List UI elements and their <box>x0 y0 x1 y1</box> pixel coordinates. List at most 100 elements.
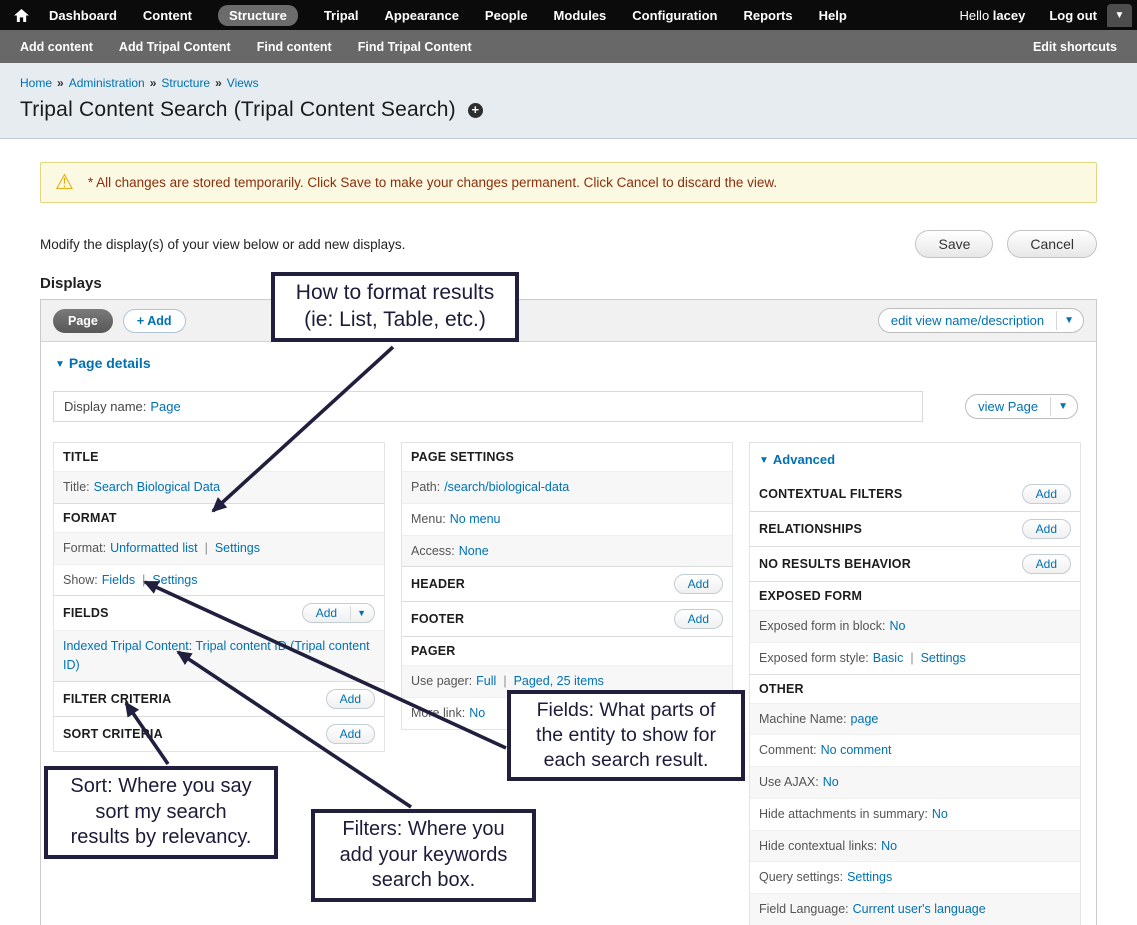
bucket-row: Use AJAX:No <box>750 766 1080 798</box>
admin-menu-item-tripal[interactable]: Tripal <box>324 8 359 23</box>
row-link-page[interactable]: page <box>851 712 879 726</box>
bucket-row: Path:/search/biological-data <box>402 471 732 503</box>
row-link-settings[interactable]: Settings <box>921 651 966 665</box>
row-link-full[interactable]: Full <box>476 674 496 688</box>
shortcut-find-tripal-content[interactable]: Find Tripal Content <box>358 40 472 54</box>
contextual-links-icon[interactable]: + <box>468 103 483 118</box>
admin-menu-item-people[interactable]: People <box>485 8 528 23</box>
row-link-paged-25-items[interactable]: Paged, 25 items <box>514 674 604 688</box>
admin-menu-item-dashboard[interactable]: Dashboard <box>49 8 117 23</box>
row-link-current-user-s-language[interactable]: Current user's language <box>853 902 986 916</box>
row-link-no[interactable]: No <box>932 807 948 821</box>
add-button-header[interactable]: Add <box>674 574 723 594</box>
bucket-title-row: NO RESULTS BEHAVIORAdd <box>750 547 1080 581</box>
edit-shortcuts-link[interactable]: Edit shortcuts <box>1033 40 1117 54</box>
add-button-label: Add <box>327 690 374 708</box>
bucket-row: Title: Search Biological Data <box>54 471 384 503</box>
row-link-no[interactable]: No <box>823 775 839 789</box>
bucket-title: CONTEXTUAL FILTERS <box>759 487 902 501</box>
view-page-button[interactable]: view Page ▼ <box>965 394 1078 419</box>
row-link-basic[interactable]: Basic <box>873 651 904 665</box>
admin-menu-item-reports[interactable]: Reports <box>744 8 793 23</box>
add-button-label: Add <box>1023 555 1070 573</box>
shortcut-find-content[interactable]: Find content <box>257 40 332 54</box>
row-link-no-menu[interactable]: No menu <box>450 512 501 526</box>
row-label: Title: <box>63 480 90 494</box>
row-link-no[interactable]: No <box>889 619 905 633</box>
row-label: Format: <box>63 541 106 555</box>
row-link-no[interactable]: No <box>469 706 485 720</box>
breadcrumb-link-views[interactable]: Views <box>227 76 259 90</box>
row-link-settings[interactable]: Settings <box>847 870 892 884</box>
bucket-title-row: FILTER CRITERIAAdd <box>54 682 384 716</box>
collapse-triangle-icon: ▼ <box>55 359 65 370</box>
display-name-value-link[interactable]: Page <box>150 399 180 414</box>
row-link-unformatted-list[interactable]: Unformatted list <box>110 541 198 555</box>
admin-menu-item-content[interactable]: Content <box>143 8 192 23</box>
column-basic-settings: TITLE Title: Search Biological Data FORMAT F… <box>53 442 385 752</box>
bucket-title: TITLE <box>63 450 99 464</box>
breadcrumb-separator: » <box>215 76 222 90</box>
admin-menu-item-configuration[interactable]: Configuration <box>632 8 717 23</box>
bucket-title-row: HEADERAdd <box>402 567 732 601</box>
logout-link[interactable]: Log out <box>1049 8 1097 23</box>
row-link-fields[interactable]: Fields <box>102 573 135 587</box>
toolbar-toggle-button[interactable]: ▼ <box>1107 4 1132 27</box>
row-label: Show: <box>63 573 98 587</box>
add-button-sort-criteria[interactable]: Add <box>326 724 375 744</box>
bucket-title: TITLE Title: Search Biological Data <box>54 443 384 503</box>
add-button-filter-criteria[interactable]: Add <box>326 689 375 709</box>
row-link-settings[interactable]: Settings <box>215 541 260 555</box>
add-button-no-results-behavior[interactable]: Add <box>1022 554 1071 574</box>
page-details-toggle[interactable]: Page details <box>69 355 151 371</box>
home-icon[interactable] <box>14 9 29 22</box>
row-label: Use pager: <box>411 674 472 688</box>
collapse-triangle-icon: ▼ <box>759 455 769 466</box>
chevron-down-icon: ▼ <box>1056 311 1083 330</box>
bucket-title-row: RELATIONSHIPSAdd <box>750 512 1080 546</box>
bucket-header: HEADERAdd <box>402 566 732 601</box>
add-button-contextual-filters[interactable]: Add <box>1022 484 1071 504</box>
bucket-row: Use pager: Full | Paged, 25 items <box>402 665 732 697</box>
save-button[interactable]: Save <box>915 230 993 258</box>
shortcut-add-tripal-content[interactable]: Add Tripal Content <box>119 40 231 54</box>
bucket-title: OTHER <box>759 682 804 696</box>
breadcrumb-link-administration[interactable]: Administration <box>69 76 145 90</box>
column-page-settings: PAGE SETTINGS Path:/search/biological-dat… <box>401 442 733 730</box>
add-button-fields[interactable]: Add▼ <box>302 603 375 623</box>
bucket-row: Hide attachments in summary:No <box>750 798 1080 830</box>
row-link-settings[interactable]: Settings <box>152 573 197 587</box>
bucket-row: Exposed form style:Basic|Settings <box>750 642 1080 674</box>
breadcrumb-link-structure[interactable]: Structure <box>161 76 210 90</box>
breadcrumb: Home»Administration»Structure»Views <box>20 76 1117 90</box>
bucket-title: SORT CRITERIA <box>63 727 163 741</box>
add-display-button[interactable]: +Add <box>123 309 186 333</box>
modify-displays-text: Modify the display(s) of your view below… <box>40 237 405 252</box>
bucket-title: FORMAT <box>63 511 117 525</box>
row-link-search-biological-data[interactable]: Search Biological Data <box>94 480 220 494</box>
row-label: More link: <box>411 706 465 720</box>
add-button-label: Add <box>303 604 350 622</box>
warning-icon: ⚠ <box>55 172 74 193</box>
cancel-button[interactable]: Cancel <box>1007 230 1097 258</box>
admin-menu-item-help[interactable]: Help <box>819 8 847 23</box>
row-separator: | <box>142 573 145 587</box>
tab-page[interactable]: Page <box>53 309 113 333</box>
row-link-none[interactable]: None <box>459 544 489 558</box>
user-greeting[interactable]: Hello lacey <box>960 8 1026 23</box>
bucket-title: PAGE SETTINGS <box>411 450 514 464</box>
row-separator: | <box>503 674 506 688</box>
row-link-search-biological-data[interactable]: /search/biological-data <box>444 480 569 494</box>
advanced-toggle[interactable]: Advanced <box>773 452 835 467</box>
shortcut-add-content[interactable]: Add content <box>20 40 93 54</box>
add-button-relationships[interactable]: Add <box>1022 519 1071 539</box>
row-link-no-comment[interactable]: No comment <box>821 743 892 757</box>
admin-menu-item-modules[interactable]: Modules <box>554 8 607 23</box>
row-link-no[interactable]: No <box>881 839 897 853</box>
admin-menu-item-structure[interactable]: Structure <box>218 5 298 26</box>
breadcrumb-link-home[interactable]: Home <box>20 76 52 90</box>
admin-menu-item-appearance[interactable]: Appearance <box>385 8 459 23</box>
row-link-indexed-tripal-content-tripal-[interactable]: Indexed Tripal Content: Tripal content I… <box>63 639 370 672</box>
edit-view-name-button[interactable]: edit view name/description ▼ <box>878 308 1084 333</box>
add-button-footer[interactable]: Add <box>674 609 723 629</box>
